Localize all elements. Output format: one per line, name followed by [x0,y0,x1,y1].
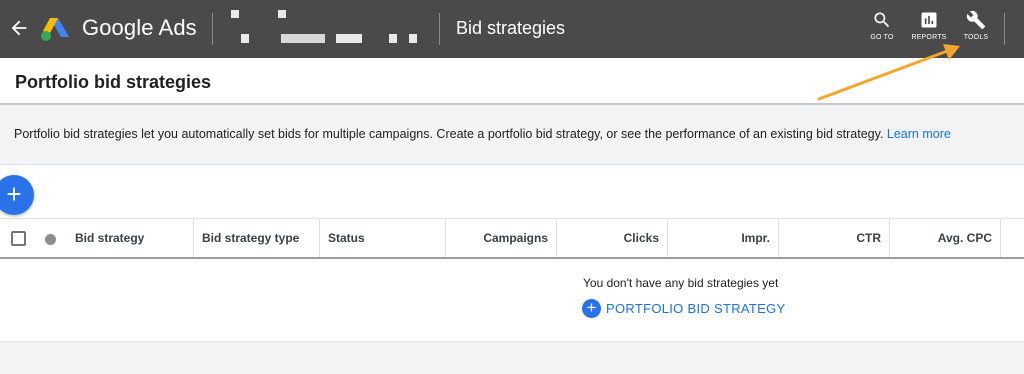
annotation-arrow-icon [817,44,960,101]
